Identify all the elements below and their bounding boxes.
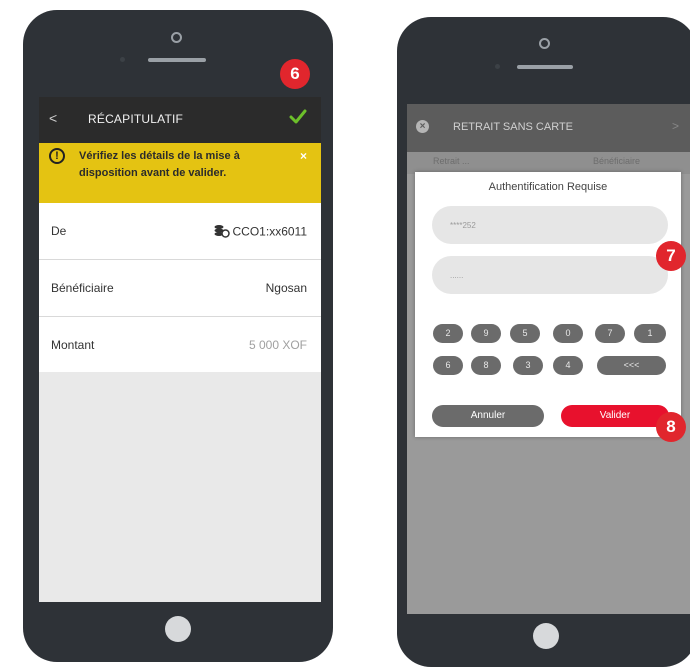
validate-button[interactable]: Valider [561, 405, 669, 427]
step-badge: 7 [656, 241, 686, 271]
field-value: ...... [450, 271, 464, 280]
check-icon[interactable] [289, 109, 307, 130]
keypad-key[interactable]: 9 [471, 324, 501, 343]
row-value: Ngosan [265, 281, 307, 295]
warning-banner: ! Vérifiez les détails de la mise à disp… [39, 143, 321, 203]
modal-title: Authentification Requise [488, 181, 608, 193]
withdrawal-screen: × RETRAIT SANS CARTE > Retrait ... Bénéf… [407, 104, 690, 614]
back-button[interactable]: < [49, 110, 57, 126]
sensor-dot [495, 64, 500, 69]
row-label: Montant [51, 338, 95, 352]
row-value: CCO1:xx6011 [214, 224, 307, 241]
account-value: CCO1:xx6011 [232, 224, 307, 239]
camera-icon [539, 38, 550, 49]
keypad-key[interactable]: 6 [433, 356, 463, 375]
summary-row-from: De CCO1:xx6011 [39, 203, 321, 260]
summary-screen: < RÉCAPITULATIF ! Vérifiez les détails d… [39, 97, 321, 602]
keypad-key[interactable]: 5 [510, 324, 540, 343]
account-field[interactable]: ****252 [432, 206, 668, 244]
left-phone: < RÉCAPITULATIF ! Vérifiez les détails d… [23, 10, 333, 662]
step-badge: 8 [656, 412, 686, 442]
right-phone: × RETRAIT SANS CARTE > Retrait ... Bénéf… [397, 17, 690, 667]
tab-withdrawal[interactable]: Retrait ... [433, 156, 470, 166]
auth-modal: Authentification Requise ****252 ...... … [415, 172, 681, 437]
home-button[interactable] [165, 616, 191, 642]
speaker [148, 58, 206, 62]
camera-icon [171, 32, 182, 43]
summary-row-amount: Montant 5 000 XOF [39, 317, 321, 372]
exclamation-icon: ! [49, 148, 65, 164]
page-title: RETRAIT SANS CARTE [453, 121, 574, 133]
summary-header: < RÉCAPITULATIF [39, 97, 321, 143]
keypad-key[interactable]: 7 [595, 324, 625, 343]
home-button[interactable] [533, 623, 559, 649]
summary-list: De CCO1:xx6011 Bénéficiaire Ngosan Monta… [39, 203, 321, 372]
keypad-key[interactable]: 4 [553, 356, 583, 375]
row-value: 5 000 XOF [248, 338, 307, 352]
password-field[interactable]: ...... [432, 256, 668, 294]
row-label: Bénéficiaire [51, 281, 114, 295]
row-label: De [51, 224, 67, 238]
coins-icon [214, 224, 230, 241]
keypad-key[interactable]: 8 [471, 356, 501, 375]
close-warning-button[interactable]: × [300, 149, 307, 163]
tab-beneficiary[interactable]: Bénéficiaire [593, 156, 640, 166]
chevron-right-icon[interactable]: > [672, 119, 679, 133]
keypad-key[interactable]: 0 [553, 324, 583, 343]
field-value: ****252 [450, 221, 476, 230]
backspace-key[interactable]: <<< [597, 356, 666, 375]
page-title: RÉCAPITULATIF [88, 112, 184, 126]
withdrawal-header: × RETRAIT SANS CARTE > [407, 104, 690, 152]
warning-text: Vérifiez les détails de la mise à dispos… [79, 150, 240, 179]
keypad-key[interactable]: 3 [513, 356, 543, 375]
keypad-key[interactable]: 1 [634, 324, 666, 343]
summary-row-beneficiary: Bénéficiaire Ngosan [39, 260, 321, 317]
step-badge: 6 [280, 59, 310, 89]
speaker [517, 65, 573, 69]
sensor-dot [120, 57, 125, 62]
cancel-button[interactable]: Annuler [432, 405, 544, 427]
close-icon[interactable]: × [416, 120, 429, 133]
subheader-tabs: Retrait ... Bénéficiaire [407, 152, 690, 174]
keypad-key[interactable]: 2 [433, 324, 463, 343]
